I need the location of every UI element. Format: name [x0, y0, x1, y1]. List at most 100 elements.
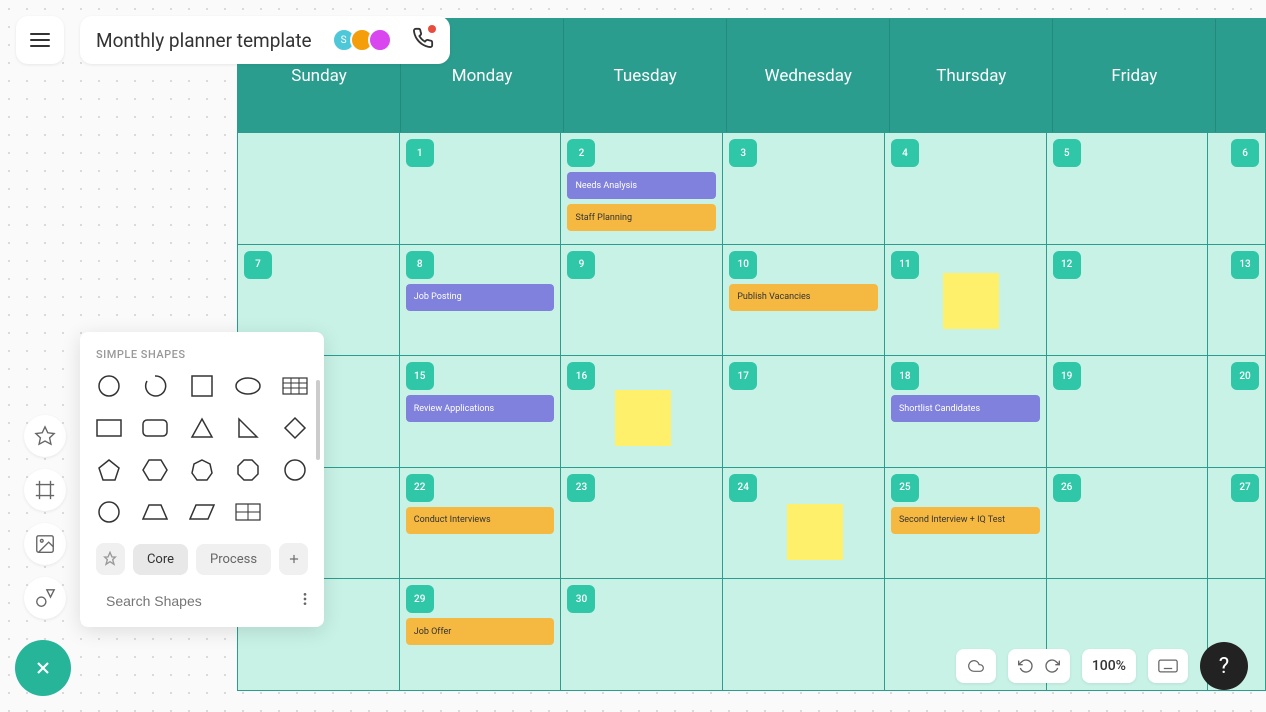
tab-core[interactable]: Core	[133, 544, 188, 575]
day-number: 18	[891, 362, 919, 390]
day-number: 7	[244, 251, 272, 279]
calendar-event[interactable]: Publish Vacancies	[729, 284, 878, 311]
day-number: 24	[729, 474, 757, 502]
day-number: 12	[1053, 251, 1081, 279]
pin-button[interactable]	[96, 543, 125, 575]
plus-icon	[287, 552, 301, 566]
frame-tool[interactable]	[24, 469, 66, 511]
calendar-cell[interactable]: 12	[1047, 245, 1209, 356]
menu-button[interactable]	[16, 16, 64, 64]
star-tool[interactable]	[24, 415, 66, 457]
calendar-cell[interactable]: 10Publish Vacancies	[723, 245, 885, 356]
title-bar: Monthly planner template S	[80, 16, 450, 64]
shapes-tool[interactable]	[24, 577, 66, 619]
calendar-cell[interactable]: 19	[1047, 356, 1209, 467]
calendar-event[interactable]: Job Posting	[406, 284, 555, 311]
right-triangle-shape[interactable]	[235, 415, 261, 441]
square-shape[interactable]	[189, 373, 215, 399]
circle-shape[interactable]	[96, 373, 122, 399]
sticky-note[interactable]	[943, 273, 999, 329]
calendar-event[interactable]: Shortlist Candidates	[891, 395, 1040, 422]
calendar-cell[interactable]: 17	[723, 356, 885, 467]
calendar-row: 15Review Applications161718 Shortlist Can…	[238, 355, 1265, 467]
day-number: 19	[1053, 362, 1081, 390]
calendar-event[interactable]: Staff Planning	[567, 204, 716, 231]
calendar-cell[interactable]: 26	[1047, 468, 1209, 579]
ellipse-shape[interactable]	[235, 373, 261, 399]
calendar-cell[interactable]: 23	[561, 468, 723, 579]
day-header: Wednesday	[727, 19, 890, 132]
keyboard-button[interactable]	[1148, 649, 1188, 683]
calendar-event[interactable]: Job Offer	[406, 618, 555, 645]
shapes-scrollbar[interactable]	[316, 380, 320, 460]
day-number: 26	[1053, 474, 1081, 502]
calendar-cell[interactable]: 1	[400, 133, 562, 244]
calendar-cell[interactable]: 15Review Applications	[400, 356, 562, 467]
hexagon-shape[interactable]	[142, 457, 168, 483]
table-shape[interactable]	[282, 373, 308, 399]
add-tab-button[interactable]	[279, 543, 308, 575]
parallelogram-shape[interactable]	[189, 499, 215, 525]
day-number: 8	[406, 251, 434, 279]
notification-dot	[428, 25, 436, 33]
calendar-cell[interactable]: 24	[723, 468, 885, 579]
pentagon-shape[interactable]	[96, 457, 122, 483]
day-number: 29	[406, 585, 434, 613]
more-options-button[interactable]	[297, 591, 313, 611]
calendar-cell[interactable]: 8 Job Posting	[400, 245, 562, 356]
grid-shape[interactable]	[235, 499, 261, 525]
image-tool[interactable]	[24, 523, 66, 565]
calendar-event[interactable]: Needs Analysis	[567, 172, 716, 199]
calendar-row: 22Conduct Interviews2324 25Second Intervi…	[238, 467, 1265, 579]
calendar-cell[interactable]: 16	[561, 356, 723, 467]
calendar-event[interactable]: Review Applications	[406, 395, 555, 422]
star-icon	[34, 425, 56, 447]
shapes-search-input[interactable]	[106, 593, 287, 609]
calendar-cell[interactable]: 25Second Interview + IQ Test	[885, 468, 1047, 579]
calendar-event[interactable]: Second Interview + IQ Test	[891, 507, 1040, 534]
frame-icon	[34, 479, 56, 501]
rectangle-shape[interactable]	[96, 415, 122, 441]
calendar-event[interactable]: Conduct Interviews	[406, 507, 555, 534]
calendar-cell[interactable]: 13	[1208, 245, 1265, 356]
rounded-rect-shape[interactable]	[142, 415, 168, 441]
undo-icon[interactable]	[1018, 658, 1034, 674]
calendar-cell[interactable]: 20	[1208, 356, 1265, 467]
sticky-note[interactable]	[787, 504, 843, 560]
calendar-cell[interactable]: 9	[561, 245, 723, 356]
calendar-cell[interactable]	[723, 579, 885, 690]
cloud-button[interactable]	[956, 649, 996, 683]
triangle-shape[interactable]	[189, 415, 215, 441]
heptagon-shape[interactable]	[189, 457, 215, 483]
close-button[interactable]	[15, 640, 71, 696]
calendar-cell[interactable]: 11	[885, 245, 1047, 356]
calendar-cell[interactable]: 4	[885, 133, 1047, 244]
oval-shape[interactable]	[96, 499, 122, 525]
calendar-cell[interactable]	[238, 133, 400, 244]
diamond-shape[interactable]	[282, 415, 308, 441]
help-button[interactable]: ?	[1200, 642, 1248, 690]
calendar-cell[interactable]: 29 Job Offer	[400, 579, 562, 690]
calendar-cell[interactable]: 3	[723, 133, 885, 244]
day-number: 11	[891, 251, 919, 279]
calendar-cell[interactable]: 18 Shortlist Candidates	[885, 356, 1047, 467]
sticky-note[interactable]	[615, 390, 671, 446]
arc-shape[interactable]	[142, 373, 168, 399]
redo-icon[interactable]	[1044, 658, 1060, 674]
octagon-shape[interactable]	[235, 457, 261, 483]
day-header: Friday	[1053, 19, 1216, 132]
zoom-level[interactable]: 100%	[1092, 658, 1126, 674]
calendar-cell[interactable]: 6	[1208, 133, 1265, 244]
calendar-cell[interactable]: 5	[1047, 133, 1209, 244]
calendar-cell[interactable]: 22Conduct Interviews	[400, 468, 562, 579]
calendar-cell[interactable]: 30	[561, 579, 723, 690]
polygon-shape[interactable]	[282, 457, 308, 483]
calendar-cell[interactable]: 2Needs AnalysisStaff Planning	[561, 133, 723, 244]
calendar-cell[interactable]: 27	[1208, 468, 1265, 579]
day-number: 6	[1231, 139, 1259, 167]
trapezoid-shape[interactable]	[142, 499, 168, 525]
tab-process[interactable]: Process	[196, 544, 271, 575]
hamburger-icon	[30, 33, 50, 47]
avatar[interactable]	[368, 28, 392, 52]
call-button[interactable]	[412, 27, 434, 53]
